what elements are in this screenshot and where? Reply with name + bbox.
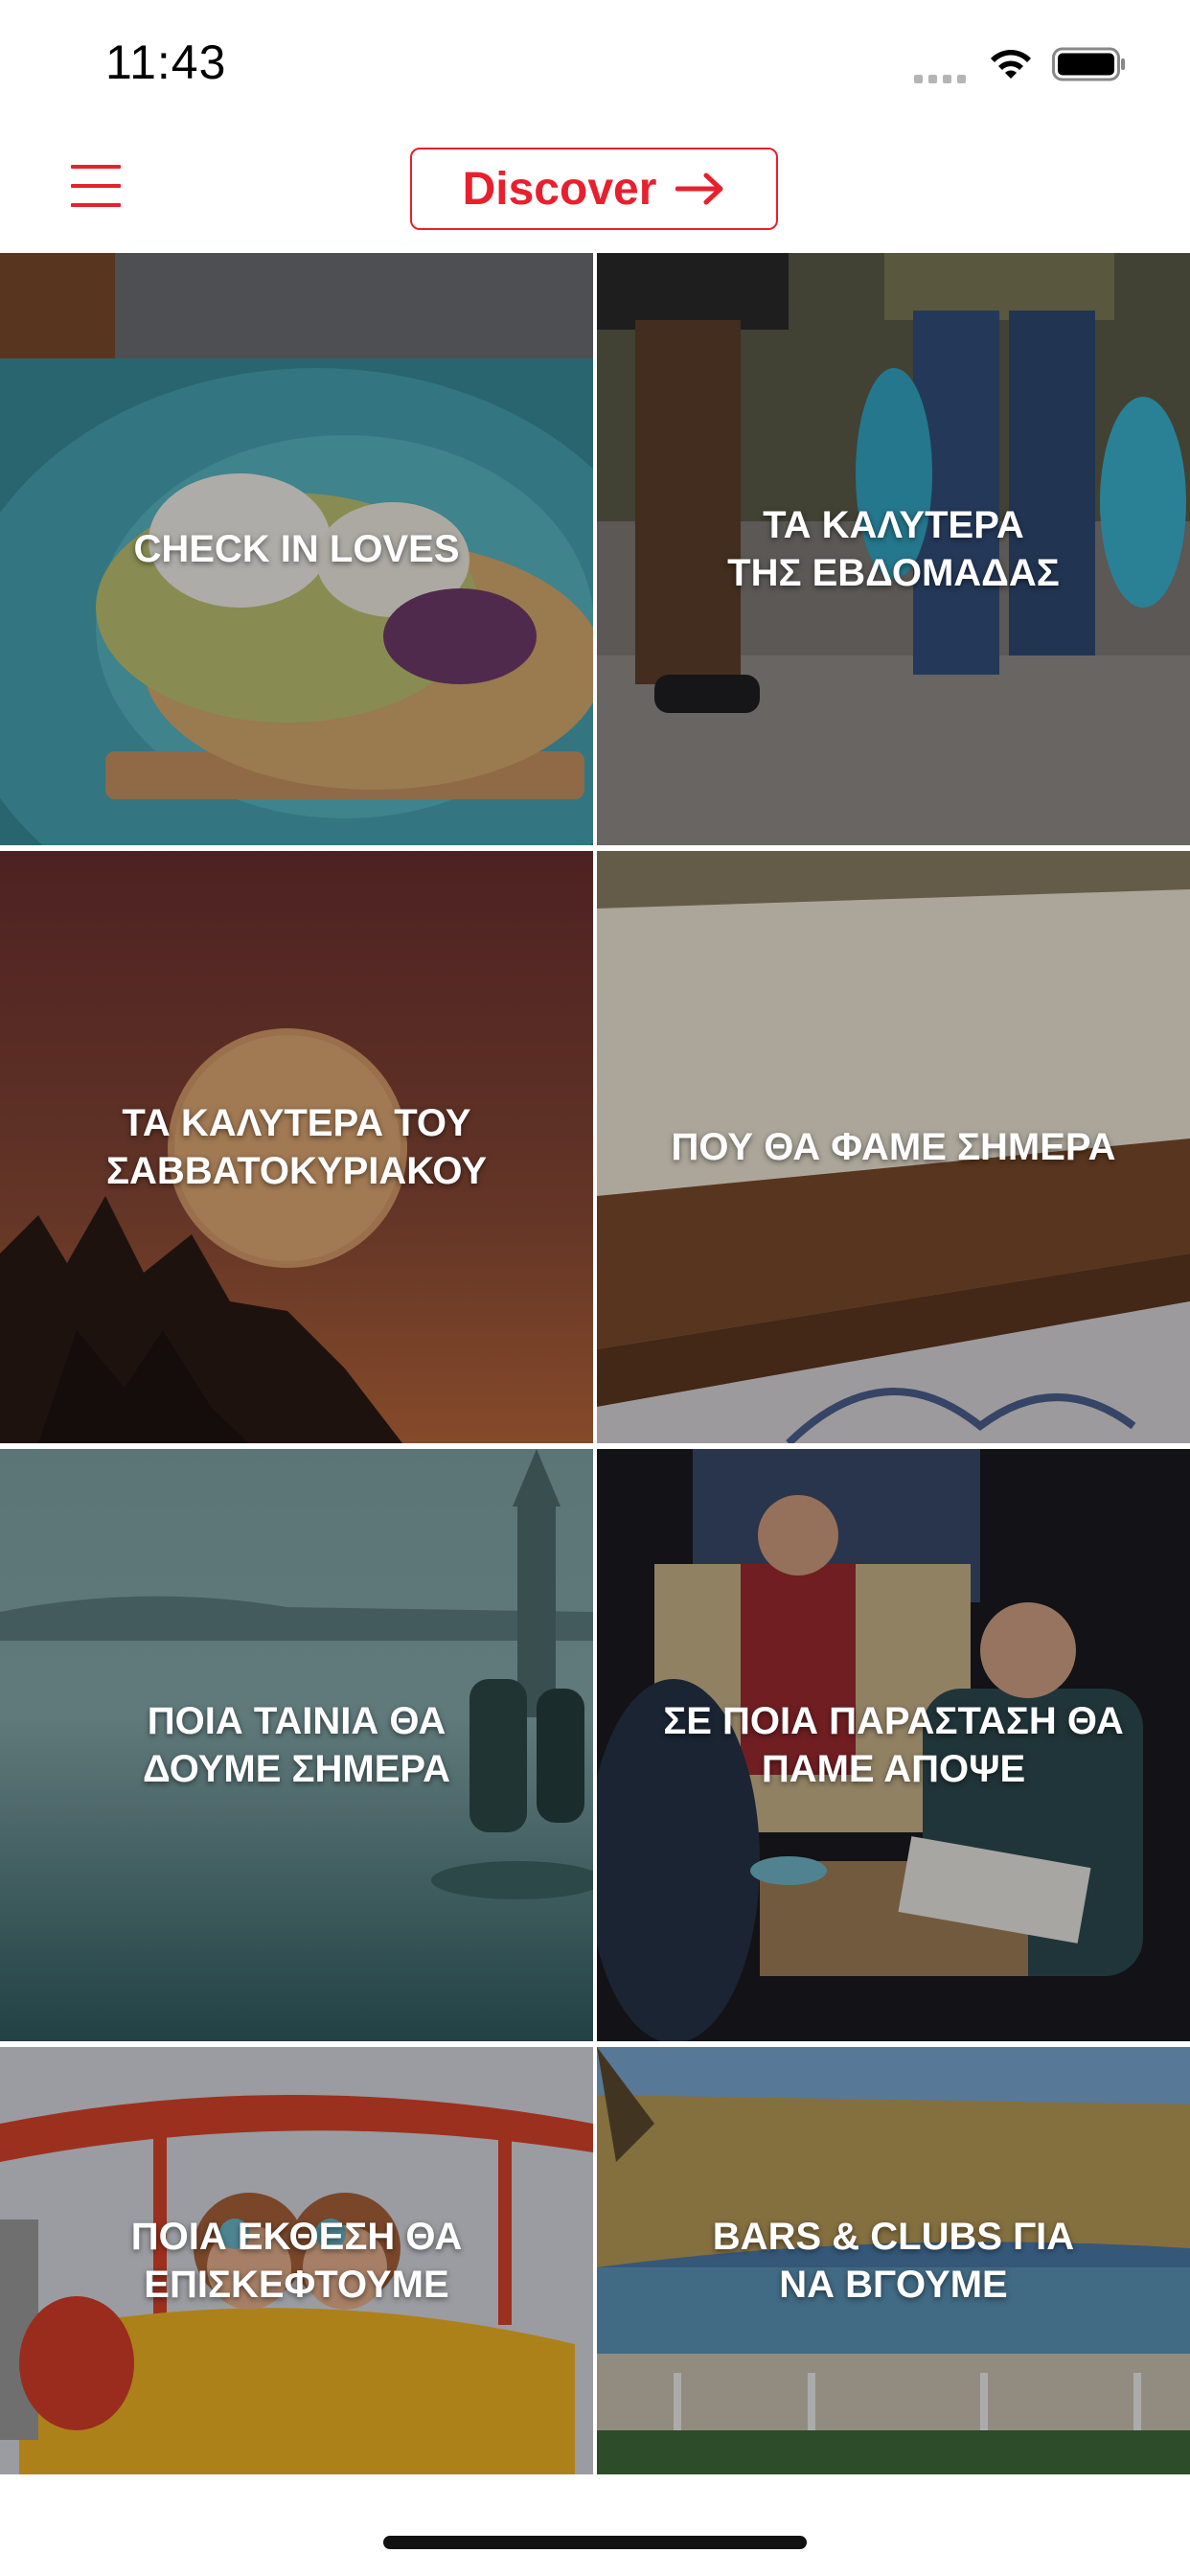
tile-where-to-eat[interactable]: ΠΟΥ ΘΑ ΦΑΜΕ ΣΗΜΕΡΑ (597, 851, 1190, 1443)
tile-label: CHECK IN LOVES (133, 528, 460, 570)
wifi-icon (991, 50, 1031, 79)
tile-label: ΤΑ ΚΑΛΥΤΕΡΑ ΤΗΣ ΕΒΔΟΜΑΔΑΣ (727, 504, 1060, 594)
tile-label: ΤΑ ΚΑΛΥΤΕΡΑ ΤΟΥ ΣΑΒΒΑΤΟΚΥΡΙΑΚΟΥ (105, 1102, 488, 1192)
discover-button[interactable]: Discover (410, 148, 778, 230)
battery-icon (1052, 47, 1125, 81)
tile-which-movie[interactable]: ΠΟΙΑ ΤΑΙΝΙΑ ΘΑ ΔΟΥΜΕ ΣΗΜΕΡΑ (0, 1449, 593, 2041)
tile-label: ΠΟΙΑ ΕΚΘΕΣΗ ΘΑ ΕΠΙΣΚΕΦΤΟΥΜΕ (130, 2216, 463, 2306)
tile-best-of-week[interactable]: ΤΑ ΚΑΛΥΤΕΡΑ ΤΗΣ ΕΒΔΟΜΑΔΑΣ (597, 253, 1190, 845)
tile-check-in-loves[interactable]: CHECK IN LOVES (0, 253, 593, 845)
tile-bars-clubs[interactable]: BARS & CLUBS ΓΙΑ ΝΑ ΒΓΟΥΜΕ (597, 2047, 1190, 2474)
tile-which-exhibition[interactable]: ΠΟΙΑ ΕΚΘΕΣΗ ΘΑ ΕΠΙΣΚΕΦΤΟΥΜΕ (0, 2047, 593, 2474)
tile-label: ΠΟΥ ΘΑ ΦΑΜΕ ΣΗΜΕΡΑ (671, 1126, 1116, 1168)
tile-label: BARS & CLUBS ΓΙΑ ΝΑ ΒΓΟΥΜΕ (712, 2216, 1075, 2306)
status-bar: 11:43 (0, 0, 1190, 126)
tile-label: ΣΕ ΠΟΙΑ ΠΑΡΑΣΤΑΣΗ ΘΑ ΠΑΜΕ ΑΠΟΨΕ (663, 1700, 1124, 1790)
app-header: Discover (0, 126, 1190, 251)
signal-dots-icon (914, 71, 972, 83)
arrow-right-icon (675, 172, 723, 205)
status-time: 11:43 (105, 35, 227, 89)
home-indicator[interactable] (383, 2536, 807, 2549)
tile-best-of-weekend[interactable]: ΤΑ ΚΑΛΥΤΕΡΑ ΤΟΥ ΣΑΒΒΑΤΟΚΥΡΙΑΚΟΥ (0, 851, 593, 1443)
hamburger-menu-icon[interactable] (71, 165, 121, 209)
tile-which-play[interactable]: ΣΕ ΠΟΙΑ ΠΑΡΑΣΤΑΣΗ ΘΑ ΠΑΜΕ ΑΠΟΨΕ (597, 1449, 1190, 2041)
discover-label: Discover (462, 163, 657, 215)
category-grid: CHECK IN LOVES ΤΑ ΚΑΛΥΤΕΡΑ ΤΗΣ ΕΒΔΟΜΑΔΑΣ (0, 253, 1190, 2476)
tile-label: ΠΟΙΑ ΤΑΙΝΙΑ ΘΑ ΔΟΥΜΕ ΣΗΜΕΡΑ (143, 1700, 450, 1790)
